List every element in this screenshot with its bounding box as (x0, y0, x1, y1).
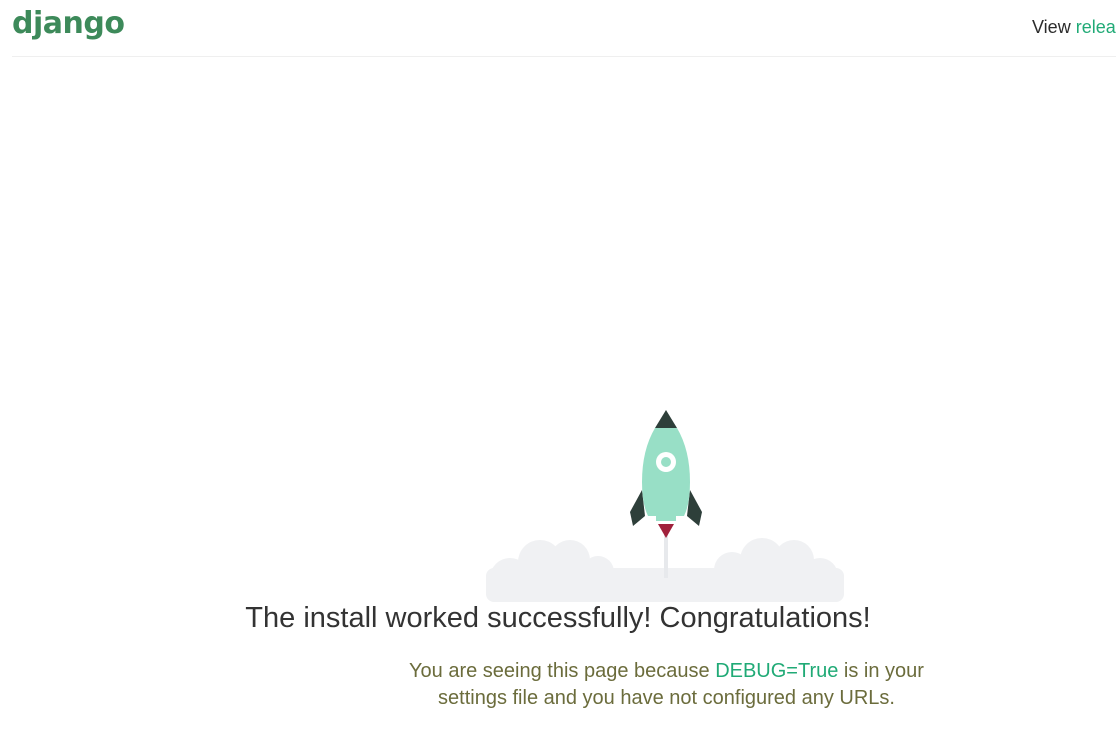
release-notes-prefix: View (1032, 17, 1076, 37)
hero-illustration (0, 400, 1116, 620)
page-subtitle: You are seeing this page because DEBUG=T… (408, 658, 925, 712)
release-notes-nav: View release notes (1032, 17, 1116, 38)
rocket-icon (486, 410, 844, 602)
debug-setting: DEBUG=True (715, 660, 839, 682)
django-logo[interactable]: django (12, 6, 125, 41)
subtitle-text-before: You are seeing this page because (409, 660, 716, 682)
release-notes-link[interactable]: release notes (1076, 17, 1116, 37)
page-header: django View release notes (12, 0, 1116, 57)
page-title: The install worked successfully! Congrat… (245, 602, 871, 634)
